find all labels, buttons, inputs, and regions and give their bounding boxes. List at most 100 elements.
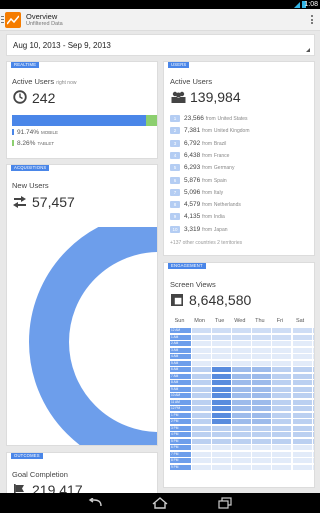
heatmap-cell[interactable] bbox=[212, 386, 232, 392]
heatmap-cell[interactable] bbox=[312, 367, 314, 372]
heatmap-cell[interactable] bbox=[212, 347, 232, 353]
more-countries[interactable]: +137 other countries 2 territories bbox=[170, 240, 242, 246]
heatmap-cell[interactable] bbox=[292, 445, 312, 450]
heatmap-cell[interactable] bbox=[252, 406, 272, 411]
heatmap-cell[interactable] bbox=[212, 458, 232, 463]
heatmap-cell[interactable] bbox=[232, 445, 252, 450]
country-row[interactable]: 5 6,293 from Germany bbox=[170, 164, 234, 172]
heatmap-cell[interactable] bbox=[232, 341, 252, 346]
heatmap-cell[interactable] bbox=[192, 445, 212, 450]
heatmap-cell[interactable] bbox=[232, 328, 252, 333]
heatmap-cell[interactable] bbox=[252, 438, 272, 444]
heatmap-cell[interactable] bbox=[252, 432, 272, 437]
heatmap-cell[interactable] bbox=[292, 334, 312, 340]
heatmap-cell[interactable] bbox=[232, 354, 252, 359]
heatmap-cell[interactable] bbox=[272, 451, 292, 457]
heatmap-cell[interactable] bbox=[192, 406, 212, 411]
heatmap-cell[interactable] bbox=[192, 341, 212, 346]
heatmap-cell[interactable] bbox=[232, 399, 252, 405]
heatmap-cell[interactable] bbox=[212, 341, 232, 346]
heatmap-cell[interactable] bbox=[272, 386, 292, 392]
heatmap-cell[interactable] bbox=[312, 347, 314, 353]
heatmap-cell[interactable] bbox=[292, 406, 312, 411]
heatmap-cell[interactable] bbox=[212, 334, 232, 340]
heatmap-cell[interactable] bbox=[312, 458, 314, 463]
heatmap-cell[interactable] bbox=[272, 373, 292, 379]
heatmap-cell[interactable] bbox=[272, 406, 292, 411]
heatmap-cell[interactable] bbox=[192, 347, 212, 353]
heatmap-cell[interactable] bbox=[192, 393, 212, 398]
heatmap-cell[interactable] bbox=[192, 373, 212, 379]
heatmap-cell[interactable] bbox=[232, 432, 252, 437]
heatmap-cell[interactable] bbox=[192, 458, 212, 463]
heatmap-cell[interactable] bbox=[272, 458, 292, 463]
heatmap-cell[interactable] bbox=[252, 419, 272, 424]
heatmap-cell[interactable] bbox=[312, 373, 314, 379]
heatmap-cell[interactable] bbox=[192, 438, 212, 444]
heatmap-cell[interactable] bbox=[232, 393, 252, 398]
heatmap-cell[interactable] bbox=[312, 328, 314, 333]
heatmap-cell[interactable] bbox=[292, 328, 312, 333]
heatmap-cell[interactable] bbox=[292, 373, 312, 379]
heatmap-cell[interactable] bbox=[292, 341, 312, 346]
heatmap-cell[interactable] bbox=[312, 341, 314, 346]
heatmap-cell[interactable] bbox=[252, 451, 272, 457]
heatmap-cell[interactable] bbox=[272, 445, 292, 450]
heatmap-cell[interactable] bbox=[252, 393, 272, 398]
heatmap-cell[interactable] bbox=[212, 445, 232, 450]
heatmap-cell[interactable] bbox=[292, 438, 312, 444]
realtime-card[interactable]: REALTIME Active Users right now 242 91.7… bbox=[6, 61, 158, 159]
heatmap-cell[interactable] bbox=[232, 386, 252, 392]
heatmap-cell[interactable] bbox=[212, 354, 232, 359]
overflow-menu-icon[interactable] bbox=[311, 15, 314, 25]
heatmap-cell[interactable] bbox=[192, 386, 212, 392]
heatmap-cell[interactable] bbox=[232, 458, 252, 463]
heatmap-cell[interactable] bbox=[212, 399, 232, 405]
heatmap-cell[interactable] bbox=[212, 373, 232, 379]
country-row[interactable]: 9 4,135 from India bbox=[170, 213, 225, 221]
heatmap-cell[interactable] bbox=[192, 412, 212, 418]
heatmap-cell[interactable] bbox=[232, 347, 252, 353]
heatmap-cell[interactable] bbox=[232, 334, 252, 340]
country-row[interactable]: 7 5,096 from Italy bbox=[170, 188, 223, 197]
heatmap-cell[interactable] bbox=[312, 399, 314, 405]
heatmap-cell[interactable] bbox=[232, 438, 252, 444]
heatmap-cell[interactable] bbox=[252, 341, 272, 346]
home-icon[interactable] bbox=[152, 497, 168, 509]
heatmap-cell[interactable] bbox=[192, 334, 212, 340]
heatmap-cell[interactable] bbox=[192, 451, 212, 457]
heatmap-cell[interactable] bbox=[312, 386, 314, 392]
heatmap-cell[interactable] bbox=[192, 354, 212, 359]
heatmap-cell[interactable] bbox=[232, 380, 252, 385]
heatmap-cell[interactable] bbox=[232, 373, 252, 379]
heatmap-cell[interactable] bbox=[292, 399, 312, 405]
heatmap-cell[interactable] bbox=[192, 360, 212, 366]
heatmap-cell[interactable] bbox=[232, 367, 252, 372]
heatmap-cell[interactable] bbox=[292, 354, 312, 359]
heatmap-cell[interactable] bbox=[272, 393, 292, 398]
heatmap-cell[interactable] bbox=[312, 419, 314, 424]
heatmap-cell[interactable] bbox=[312, 432, 314, 437]
heatmap-cell[interactable] bbox=[252, 328, 272, 333]
heatmap-cell[interactable] bbox=[232, 464, 252, 470]
heatmap-cell[interactable] bbox=[292, 380, 312, 385]
heatmap-cell[interactable] bbox=[292, 386, 312, 392]
country-row[interactable]: 2 7,381 from United Kingdom bbox=[170, 127, 249, 135]
heatmap-cell[interactable] bbox=[252, 334, 272, 340]
heatmap-cell[interactable] bbox=[312, 425, 314, 431]
heatmap-cell[interactable] bbox=[312, 464, 314, 470]
heatmap-cell[interactable] bbox=[272, 367, 292, 372]
heatmap-cell[interactable] bbox=[232, 360, 252, 366]
profile-subtitle[interactable]: Unfiltered Data bbox=[26, 21, 63, 27]
heatmap-cell[interactable] bbox=[192, 432, 212, 437]
heatmap-cell[interactable] bbox=[292, 367, 312, 372]
heatmap-cell[interactable] bbox=[212, 360, 232, 366]
heatmap-cell[interactable] bbox=[272, 354, 292, 359]
users-card[interactable]: USERS Active Users 139,984 1 23,566 from … bbox=[163, 61, 315, 256]
heatmap-cell[interactable] bbox=[312, 354, 314, 359]
heatmap-cell[interactable] bbox=[252, 412, 272, 418]
country-row[interactable]: 10 3,319 from Japan bbox=[170, 225, 228, 234]
country-row[interactable]: 8 4,579 from Netherlands bbox=[170, 201, 241, 209]
heatmap-cell[interactable] bbox=[192, 419, 212, 424]
heatmap-cell[interactable] bbox=[252, 360, 272, 366]
